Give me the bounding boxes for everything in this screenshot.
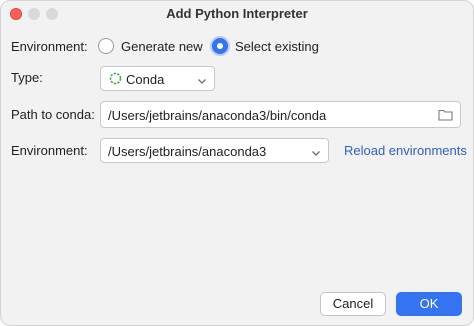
environment-dropdown[interactable]: /Users/jetbrains/anaconda3	[100, 138, 329, 163]
type-label: Type:	[11, 70, 43, 85]
ok-button[interactable]: OK	[396, 292, 462, 316]
environment-label: Environment:	[11, 143, 88, 158]
folder-icon[interactable]	[438, 108, 453, 124]
path-label: Path to conda:	[11, 107, 95, 122]
reload-environments-link[interactable]: Reload environments	[344, 143, 467, 158]
conda-icon	[109, 72, 122, 88]
title-bar: Add Python Interpreter	[1, 1, 473, 27]
type-dropdown[interactable]: Conda	[100, 66, 215, 91]
path-value: /Users/jetbrains/anaconda3/bin/conda	[108, 108, 327, 123]
environment-value: /Users/jetbrains/anaconda3	[108, 144, 267, 159]
environment-mode-label: Environment:	[11, 39, 88, 54]
select-existing-radio[interactable]	[212, 38, 228, 54]
path-input[interactable]: /Users/jetbrains/anaconda3/bin/conda	[100, 101, 461, 128]
dialog-title: Add Python Interpreter	[166, 6, 308, 21]
generate-new-radio[interactable]	[98, 38, 114, 54]
cancel-button[interactable]: Cancel	[320, 292, 386, 316]
generate-new-label[interactable]: Generate new	[121, 39, 203, 54]
dialog-window: Add Python Interpreter Environment: Gene…	[0, 0, 474, 326]
select-existing-label[interactable]: Select existing	[235, 39, 319, 54]
type-value: Conda	[126, 72, 165, 87]
chevron-down-icon	[197, 74, 207, 89]
chevron-down-icon	[311, 146, 321, 161]
